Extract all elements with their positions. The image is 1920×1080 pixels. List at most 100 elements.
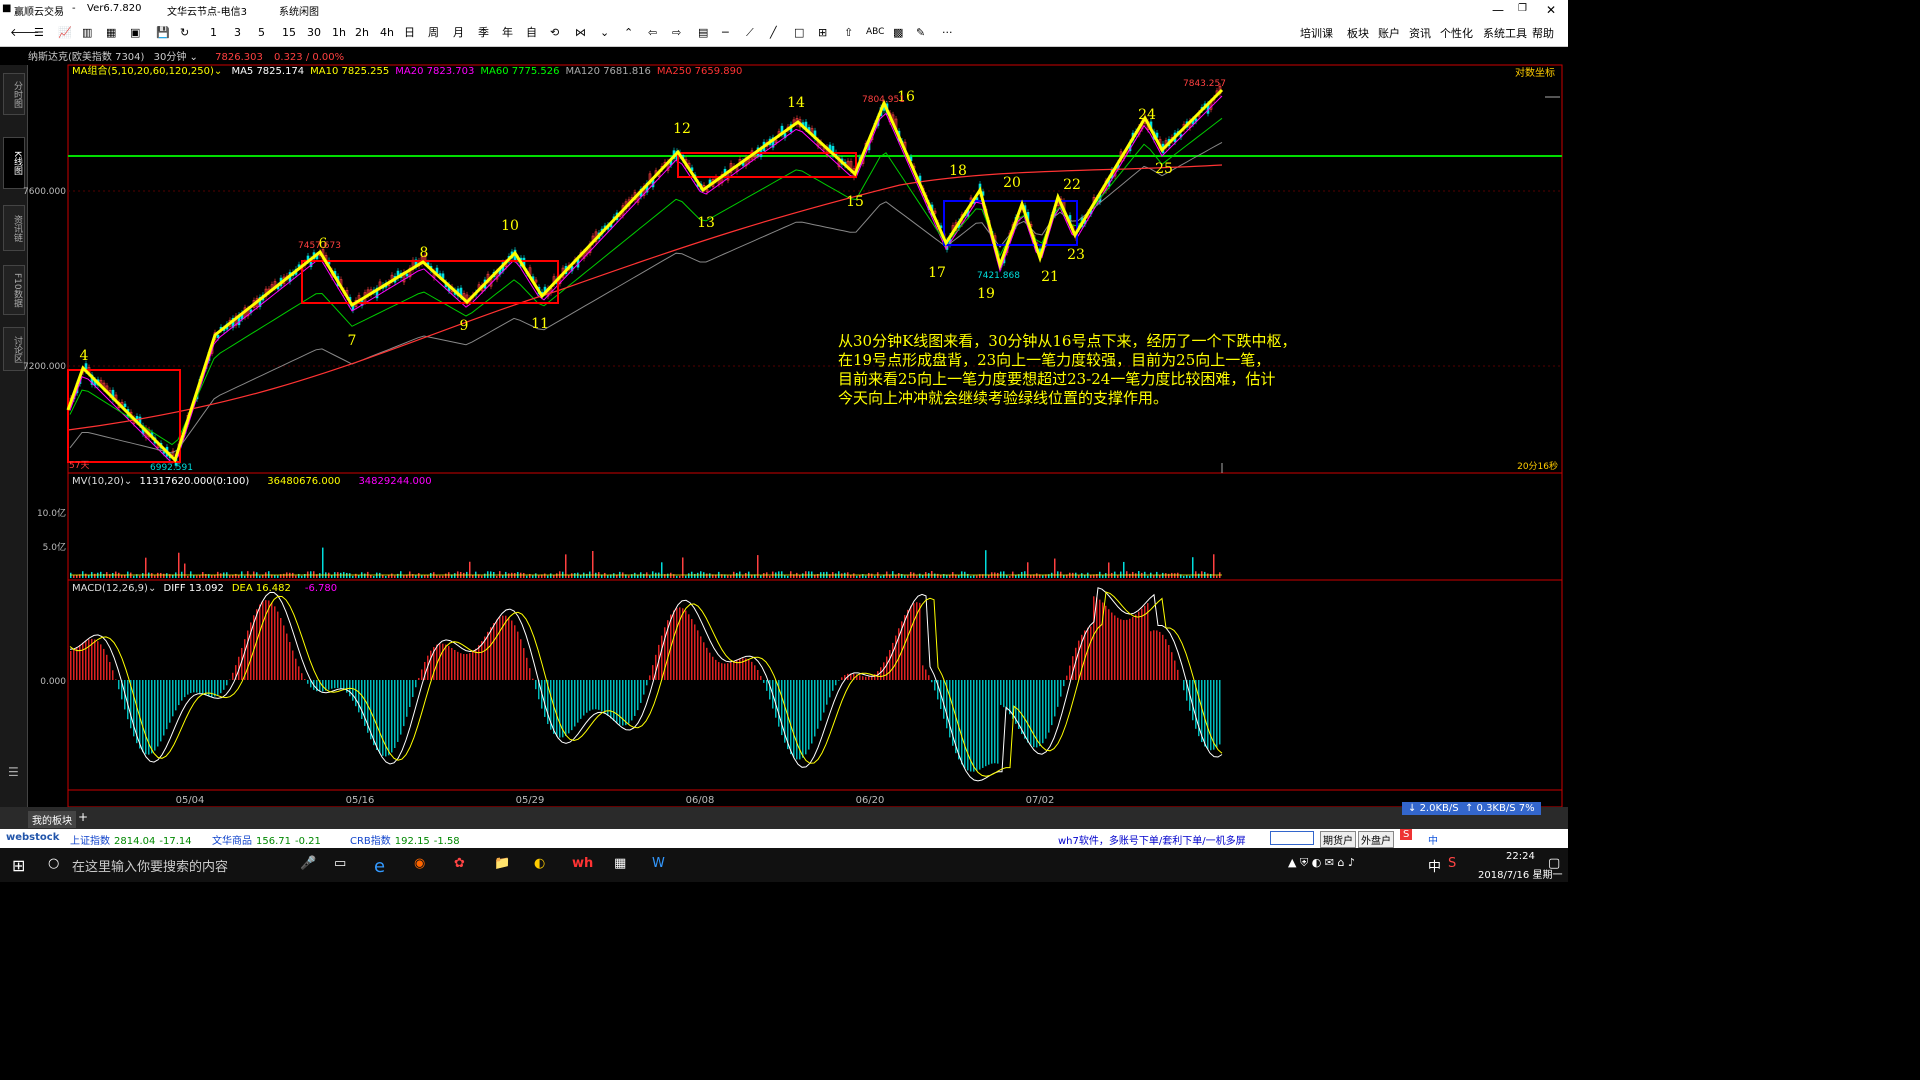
ticker-value: 2814.04	[114, 836, 156, 847]
volume-bar	[694, 573, 696, 578]
volume-bar	[1090, 574, 1092, 578]
macd-bar	[1129, 618, 1131, 680]
volume-bar	[742, 575, 744, 578]
volume-bar	[481, 575, 483, 578]
mic-icon[interactable]: 🎤	[300, 856, 316, 871]
macd-bar	[1072, 656, 1074, 680]
volume-bar	[1174, 573, 1176, 578]
folder-icon[interactable]: 📁	[494, 856, 510, 871]
volume-bar	[268, 571, 270, 578]
volume-bar	[799, 574, 801, 578]
macd-bar	[262, 601, 264, 680]
macd-bar	[304, 679, 306, 680]
volume-bar	[1027, 562, 1029, 578]
main-chart[interactable]: 7600.0007200.000MA组合(5,10,20,60,120,250)…	[0, 0, 1568, 882]
macd-bar	[700, 636, 702, 680]
macd-bar	[193, 680, 195, 693]
macd-bar	[1120, 619, 1122, 680]
macd-bar	[277, 611, 279, 680]
macd-bar	[523, 648, 525, 680]
volume-bar	[784, 575, 786, 578]
app3-icon[interactable]: ◐	[534, 856, 545, 871]
point-label-10: 10	[501, 218, 519, 234]
macd-bar	[721, 663, 723, 680]
volume-bar	[892, 571, 894, 578]
macd-bar	[379, 680, 381, 754]
ime-label[interactable]: 中	[1428, 832, 1438, 847]
task-view-icon[interactable]: ▭	[334, 856, 346, 871]
macd-bar	[415, 680, 417, 688]
volume-bar	[1129, 573, 1131, 578]
macd-bar	[802, 680, 804, 758]
macd-bar	[1051, 680, 1053, 726]
macd-bar	[391, 680, 393, 753]
ticker-item[interactable]: 上证指数 2814.04 -17.14	[70, 832, 192, 847]
volume-bar	[391, 573, 393, 578]
volume-bar	[853, 573, 855, 578]
wh6-icon[interactable]: wh	[572, 856, 593, 871]
ticker-item[interactable]: 文华商品 156.71 -0.21	[212, 832, 321, 847]
macd-bar	[592, 680, 594, 710]
macd-bar	[631, 680, 633, 721]
volume-bar	[346, 572, 348, 578]
taskbar-ime[interactable]: 中	[1428, 856, 1441, 875]
promo-link[interactable]: wh7软件，多账号下单/套利下单/一机多屏	[1058, 832, 1246, 847]
volume-bar	[112, 572, 114, 578]
notification-icon[interactable]: ▢	[1548, 856, 1560, 871]
macd-bar	[151, 680, 153, 754]
macd-bar	[1219, 680, 1221, 745]
macd-bar	[1153, 630, 1155, 680]
macd-bar	[70, 650, 72, 680]
macd-bar	[883, 662, 885, 680]
windows-start-icon[interactable]: ⊞	[12, 856, 25, 875]
add-tab-button[interactable]: +	[78, 810, 88, 824]
log-scale-label[interactable]: 对数坐标	[1515, 66, 1555, 79]
volume-bar	[529, 573, 531, 578]
volume-bar	[769, 575, 771, 578]
volume-bar	[1213, 554, 1215, 578]
volume-bar	[613, 573, 615, 578]
volume-bar	[1006, 575, 1008, 578]
volume-bar	[415, 575, 417, 578]
volume-bar	[976, 575, 978, 578]
my-sector-tab[interactable]: 我的板块	[28, 811, 76, 828]
ma-legend-name: MA组合(5,10,20,60,120,250)⌄	[72, 64, 225, 77]
point-label-17: 17	[928, 265, 946, 281]
clock-time[interactable]: 22:24	[1506, 851, 1535, 862]
sogou-tray-icon[interactable]: S	[1448, 856, 1456, 871]
macd-bar	[643, 680, 645, 695]
macd-bar	[862, 676, 864, 680]
macd-bar	[448, 646, 450, 680]
macd-bar	[1207, 680, 1209, 750]
volume-bar	[727, 575, 729, 578]
volume-bar	[730, 575, 732, 578]
ticker-item[interactable]: CRB指数 192.15 -1.58	[350, 832, 460, 847]
cortana-icon[interactable]: ○	[48, 856, 59, 871]
macd-bar	[820, 680, 822, 721]
macd-bar	[838, 680, 840, 681]
calculator-icon[interactable]: ▦	[614, 856, 626, 871]
macd-bar	[919, 602, 921, 680]
futures-account-button[interactable]: 期货户	[1320, 831, 1356, 848]
taskbar-search[interactable]: 在这里输入你要搜索的内容	[72, 856, 228, 875]
ticker-input[interactable]	[1270, 831, 1314, 845]
app4-icon[interactable]: W	[652, 856, 665, 871]
macd-bar	[157, 680, 159, 747]
macd-bar	[925, 669, 927, 680]
app2-icon[interactable]: ✿	[454, 856, 465, 871]
tray-icons[interactable]: ▲ ⛨ ◐ ✉ ⌂ ♪	[1288, 856, 1355, 870]
foreign-account-button[interactable]: 外盘户	[1358, 831, 1394, 848]
volume-bar	[865, 575, 867, 578]
volume-bar	[157, 572, 159, 578]
macd-bar	[328, 680, 330, 690]
volume-bar	[787, 575, 789, 578]
macd-bar	[505, 615, 507, 680]
macd-bar	[460, 653, 462, 680]
low19-label: 7421.868	[977, 271, 1020, 281]
browser-icon[interactable]: ◉	[414, 856, 425, 871]
volume-bar	[544, 573, 546, 578]
macd-bar	[307, 680, 309, 684]
edge-icon[interactable]: e	[374, 856, 385, 877]
volume-bar	[322, 547, 324, 578]
macd-histogram	[70, 596, 1221, 772]
